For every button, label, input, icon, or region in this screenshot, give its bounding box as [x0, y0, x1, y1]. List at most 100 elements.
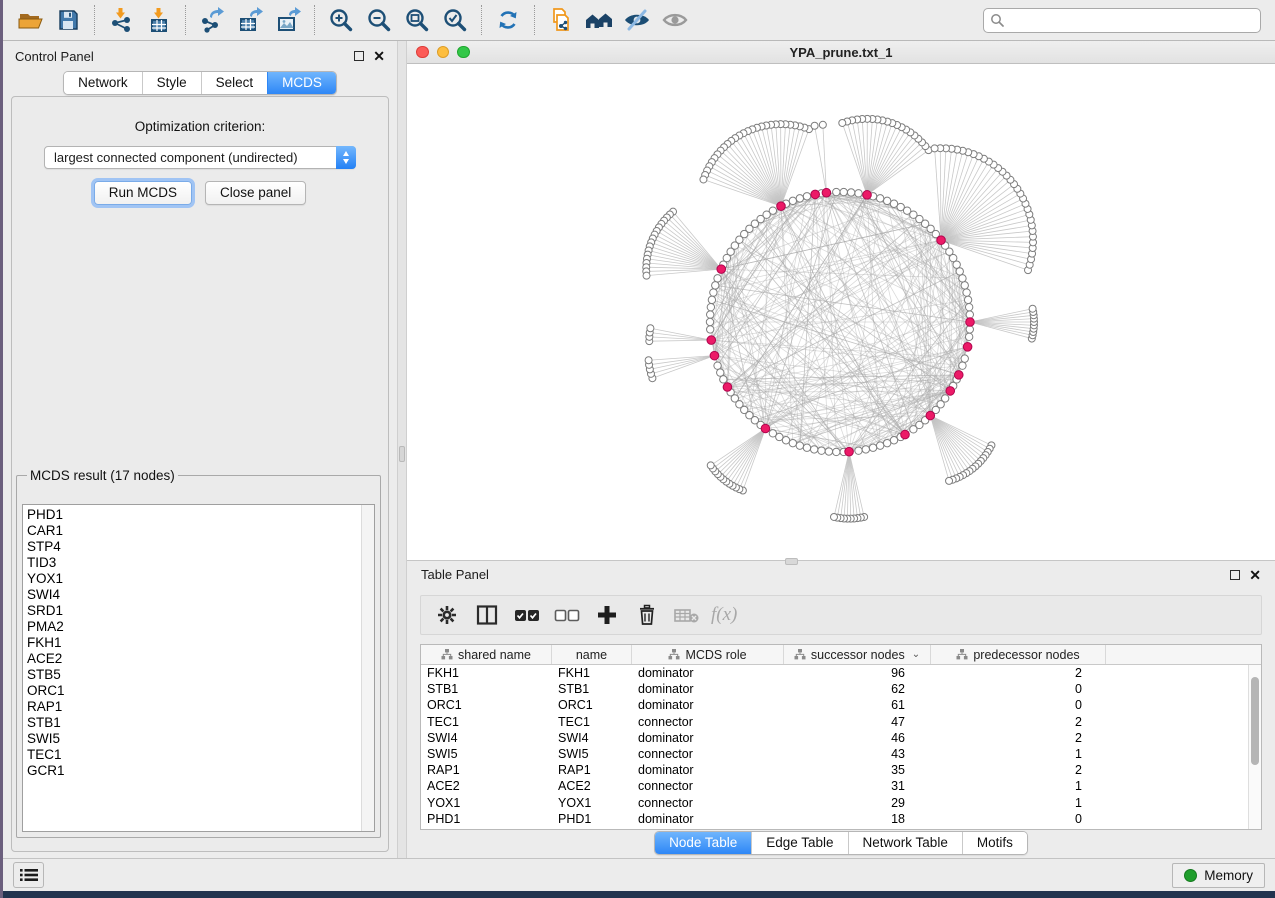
function-builder-icon: f(x) — [711, 604, 737, 626]
table-cell: STB1 — [421, 682, 552, 696]
float-table-panel-icon[interactable] — [1230, 570, 1240, 580]
column-header-shared-name[interactable]: shared name — [421, 645, 552, 664]
table-cell: dominator — [632, 698, 784, 712]
table-cell: connector — [632, 747, 784, 761]
export-image-icon[interactable] — [269, 4, 307, 36]
table-cell: RAP1 — [552, 763, 632, 777]
mcds-result-item[interactable]: SRD1 — [27, 603, 374, 619]
mcds-result-item[interactable]: ORC1 — [27, 683, 374, 699]
first-neighbors-icon[interactable] — [580, 4, 618, 36]
table-scrollbar-thumb[interactable] — [1251, 677, 1259, 765]
tab-network[interactable]: Network — [64, 72, 142, 94]
delete-column-icon[interactable] — [629, 599, 665, 631]
close-panel-button[interactable]: Close panel — [205, 181, 306, 205]
select-all-icon[interactable] — [509, 599, 545, 631]
mcds-result-item[interactable]: PHD1 — [27, 507, 374, 523]
table-row[interactable]: TEC1TEC1connector472 — [421, 714, 1248, 730]
vertical-splitter[interactable] — [397, 41, 407, 858]
tab-style[interactable]: Style — [142, 72, 201, 94]
hide-selected-icon[interactable] — [618, 4, 656, 36]
mcds-result-item[interactable]: STP4 — [27, 539, 374, 555]
split-columns-icon[interactable] — [469, 599, 505, 631]
mcds-result-group: MCDS result (17 nodes) PHD1CAR1STP4TID3Y… — [16, 468, 381, 838]
zoom-out-icon[interactable] — [360, 4, 398, 36]
table-cell: 0 — [931, 812, 1106, 826]
mcds-result-item[interactable]: STB1 — [27, 715, 374, 731]
tab-mcds[interactable]: MCDS — [267, 72, 336, 94]
unselect-all-icon[interactable] — [549, 599, 585, 631]
table-row[interactable]: STB1STB1dominator620 — [421, 681, 1248, 697]
optimization-criterion-select[interactable]: largest connected component (undirected) — [44, 146, 356, 169]
export-network-icon[interactable] — [193, 4, 231, 36]
column-header-filler — [1106, 645, 1261, 664]
clone-network-icon[interactable] — [542, 4, 580, 36]
tab-edge-table[interactable]: Edge Table — [751, 832, 847, 854]
column-header-predecessor-nodes[interactable]: predecessor nodes — [931, 645, 1106, 664]
search-input[interactable] — [983, 8, 1261, 33]
table-row[interactable]: FKH1FKH1dominator962 — [421, 665, 1248, 681]
splitter-grip[interactable] — [399, 446, 405, 462]
mcds-result-item[interactable]: SWI5 — [27, 731, 374, 747]
mcds-result-list[interactable]: PHD1CAR1STP4TID3YOX1SWI4SRD1PMA2FKH1ACE2… — [22, 504, 375, 832]
mcds-result-item[interactable]: GCR1 — [27, 763, 374, 779]
tab-network-table[interactable]: Network Table — [848, 832, 962, 854]
table-row[interactable]: SWI4SWI4dominator462 — [421, 730, 1248, 746]
table-cell: 43 — [784, 747, 931, 761]
zoom-in-icon[interactable] — [322, 4, 360, 36]
save-icon[interactable] — [49, 4, 87, 36]
log-console-button[interactable] — [13, 862, 44, 888]
column-header-mcds-role[interactable]: MCDS role — [632, 645, 784, 664]
tab-node-table[interactable]: Node Table — [655, 832, 751, 854]
result-list-scrollbar[interactable] — [361, 505, 374, 831]
table-scrollbar[interactable] — [1248, 665, 1261, 829]
column-header-name[interactable]: name — [552, 645, 632, 664]
mcds-result-item[interactable]: ACE2 — [27, 651, 374, 667]
refresh-view-icon[interactable] — [489, 4, 527, 36]
control-panel: Control Panel ✕ Network Style Select MCD… — [3, 41, 397, 858]
list-icon — [20, 868, 38, 882]
memory-button[interactable]: Memory — [1172, 863, 1265, 888]
tab-select[interactable]: Select — [201, 72, 268, 94]
zoom-selected-icon[interactable] — [436, 4, 474, 36]
table-panel-splitter-grip[interactable] — [785, 558, 798, 565]
network-graph[interactable] — [407, 64, 1272, 560]
table-cell: TEC1 — [421, 715, 552, 729]
table-row[interactable]: ORC1ORC1dominator610 — [421, 697, 1248, 713]
close-table-panel-icon[interactable]: ✕ — [1249, 570, 1261, 580]
table-row[interactable]: SWI5SWI5connector431 — [421, 746, 1248, 762]
import-network-icon[interactable] — [102, 4, 140, 36]
table-row[interactable]: RAP1RAP1dominator352 — [421, 762, 1248, 778]
table-cell: 2 — [931, 731, 1106, 745]
mcds-result-item[interactable]: FKH1 — [27, 635, 374, 651]
mcds-result-item[interactable]: TID3 — [27, 555, 374, 571]
table-row[interactable]: PHD1PHD1dominator180 — [421, 811, 1248, 827]
import-table-icon[interactable] — [140, 4, 178, 36]
add-column-icon[interactable] — [589, 599, 625, 631]
open-file-icon[interactable] — [11, 4, 49, 36]
mcds-result-item[interactable]: SWI4 — [27, 587, 374, 603]
mcds-result-item[interactable]: TEC1 — [27, 747, 374, 763]
table-row[interactable]: ACE2ACE2connector311 — [421, 778, 1248, 794]
float-panel-icon[interactable] — [354, 51, 364, 61]
close-panel-icon[interactable]: ✕ — [373, 51, 385, 61]
export-table-icon[interactable] — [231, 4, 269, 36]
mcds-result-item[interactable]: CAR1 — [27, 523, 374, 539]
column-header-successor-nodes[interactable]: successor nodes ⌄ — [784, 645, 931, 664]
settings-icon[interactable] — [429, 599, 465, 631]
network-canvas[interactable] — [407, 64, 1275, 560]
table-cell: 62 — [784, 682, 931, 696]
table-panel-title: Table Panel — [421, 567, 489, 582]
mcds-result-item[interactable]: STB5 — [27, 667, 374, 683]
column-type-icon — [441, 649, 453, 660]
mcds-result-item[interactable]: RAP1 — [27, 699, 374, 715]
run-mcds-button[interactable]: Run MCDS — [94, 181, 192, 205]
mcds-result-item[interactable]: YOX1 — [27, 571, 374, 587]
mcds-result-item[interactable]: PMA2 — [27, 619, 374, 635]
table-header: shared name name MCDS role successor nod… — [421, 645, 1261, 665]
network-window-titlebar[interactable]: YPA_prune.txt_1 — [407, 41, 1275, 64]
node-table[interactable]: shared name name MCDS role successor nod… — [420, 644, 1262, 830]
tab-motifs[interactable]: Motifs — [962, 832, 1027, 854]
table-row[interactable]: YOX1YOX1connector291 — [421, 795, 1248, 811]
table-body: FKH1FKH1dominator962STB1STB1dominator620… — [421, 665, 1248, 829]
zoom-fit-icon[interactable] — [398, 4, 436, 36]
